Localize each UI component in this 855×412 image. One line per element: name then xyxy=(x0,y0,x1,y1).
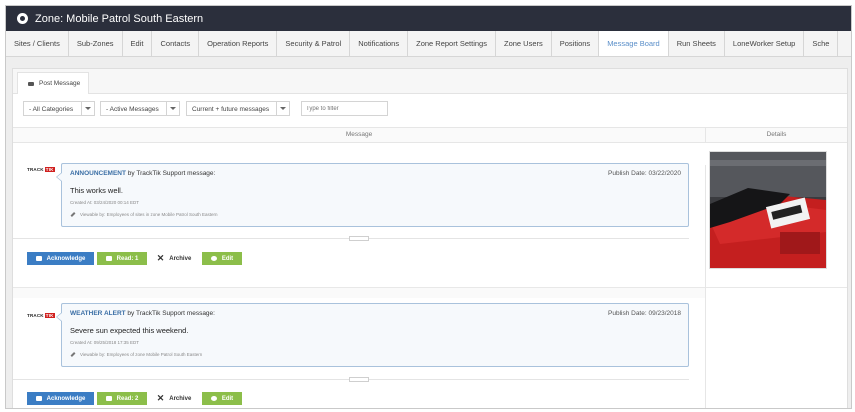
archive-button[interactable]: ✕ Archive xyxy=(151,252,197,265)
viewable-by-text: Viewable by: Employees of sites in zone … xyxy=(80,212,218,217)
tab-operation-reports[interactable]: Operation Reports xyxy=(199,31,278,56)
status-select-value: - Active Messages xyxy=(106,106,159,113)
edit-label: Edit xyxy=(221,255,234,262)
edit-label: Edit xyxy=(221,395,234,402)
viewable-by: Viewable by: Employees of sites in zone … xyxy=(70,212,218,217)
tab-loneworker-setup[interactable]: LoneWorker Setup xyxy=(725,31,805,56)
tab-contacts[interactable]: Contacts xyxy=(152,31,200,56)
tracktik-logo: TRACK TIK xyxy=(27,313,55,318)
thumbs-up-icon xyxy=(35,396,42,401)
tab-zone-report-settings[interactable]: Zone Report Settings xyxy=(408,31,496,56)
thumbs-up-icon xyxy=(35,256,42,261)
message-icon xyxy=(28,81,34,86)
archive-label: Archive xyxy=(169,395,192,402)
acknowledge-button[interactable]: Acknowledge xyxy=(27,252,94,265)
period-select[interactable]: Current + future messages xyxy=(186,101,290,116)
post-message-tab[interactable]: Post Message xyxy=(17,72,90,94)
message-author: by TrackTik Support message: xyxy=(127,310,215,317)
message-author: by TrackTik Support message: xyxy=(127,170,216,177)
message-header: WEATHER ALERT by TrackTik Support messag… xyxy=(70,310,215,317)
close-icon: ✕ xyxy=(156,393,165,403)
details-column-header: Details xyxy=(766,131,787,138)
chevron-down-icon xyxy=(81,102,94,115)
archive-label: Archive xyxy=(169,255,192,262)
created-at: Created At: 09/25/2018 17:35 EDT xyxy=(70,340,140,345)
publish-date: Publish Date: 09/23/2018 xyxy=(608,310,681,317)
resize-grip[interactable] xyxy=(349,377,369,382)
tab-schedule[interactable]: Sche xyxy=(804,31,839,56)
pin-icon xyxy=(70,352,75,357)
category-select[interactable]: - All Categories xyxy=(23,101,95,116)
acknowledge-label: Acknowledge xyxy=(46,255,86,262)
message-body: Severe sun expected this weekend. xyxy=(70,326,189,335)
read-button[interactable]: Read: 2 xyxy=(97,392,147,405)
viewable-by: Viewable by: Employees of zone Mobile Pa… xyxy=(70,352,202,357)
app-logo-icon xyxy=(17,13,28,24)
title-bar: Zone: Mobile Patrol South Eastern xyxy=(6,6,851,31)
tab-notifications[interactable]: Notifications xyxy=(350,31,409,56)
publish-date: Publish Date: 03/22/2020 xyxy=(608,170,681,177)
tab-security-patrol[interactable]: Security & Patrol xyxy=(277,31,351,56)
tracktik-logo: TRACK TIK xyxy=(27,167,55,172)
message-kind: WEATHER ALERT xyxy=(70,310,126,317)
users-icon xyxy=(105,396,112,401)
read-button[interactable]: Read: 1 xyxy=(97,252,147,265)
edit-button[interactable]: Edit xyxy=(202,252,242,265)
users-icon xyxy=(105,256,112,261)
tab-bar: Sites / Clients Sub-Zones Edit Contacts … xyxy=(6,31,851,57)
tab-message-board[interactable]: Message Board xyxy=(599,31,669,56)
tab-sub-zones[interactable]: Sub-Zones xyxy=(69,31,123,56)
post-message-label: Post Message xyxy=(39,80,81,87)
message-bubble: ANNOUNCEMENT by TrackTik Support message… xyxy=(56,163,689,227)
created-at: Created At: 03/24/2020 00:14 EDT xyxy=(70,200,140,205)
tab-run-sheets[interactable]: Run Sheets xyxy=(669,31,725,56)
chevron-down-icon xyxy=(276,102,289,115)
acknowledge-label: Acknowledge xyxy=(46,395,86,402)
gear-icon xyxy=(210,396,217,401)
message-row: TRACK TIK ANNOUNCEMENT by TrackTik Suppor… xyxy=(13,141,705,286)
acknowledge-button[interactable]: Acknowledge xyxy=(27,392,94,405)
tab-positions[interactable]: Positions xyxy=(552,31,600,56)
tab-edit[interactable]: Edit xyxy=(123,31,153,56)
attachment-image[interactable] xyxy=(709,151,827,269)
filter-bar: - All Categories - Active Messages Curre… xyxy=(13,94,847,128)
window-title: Zone: Mobile Patrol South Eastern xyxy=(35,12,204,25)
message-bubble: WEATHER ALERT by TrackTik Support messag… xyxy=(56,303,689,367)
message-kind: ANNOUNCEMENT xyxy=(70,170,126,177)
read-label: Read: 1 xyxy=(116,255,139,262)
details-column-divider xyxy=(705,165,706,408)
status-select[interactable]: - Active Messages xyxy=(100,101,180,116)
read-label: Read: 2 xyxy=(116,395,139,402)
tab-zone-users[interactable]: Zone Users xyxy=(496,31,552,56)
message-row: TRACK TIK WEATHER ALERT by TrackTik Suppo… xyxy=(13,281,705,408)
gear-icon xyxy=(210,256,217,261)
resize-grip[interactable] xyxy=(349,236,369,241)
close-icon: ✕ xyxy=(156,253,165,263)
archive-button[interactable]: ✕ Archive xyxy=(151,392,197,405)
pin-icon xyxy=(70,212,75,217)
category-select-value: - All Categories xyxy=(29,106,74,113)
message-body: This works well. xyxy=(70,186,123,195)
panel-header: Post Message xyxy=(13,69,847,94)
period-select-value: Current + future messages xyxy=(192,106,270,113)
message-column-header: Message xyxy=(13,128,706,142)
tab-sites-clients[interactable]: Sites / Clients xyxy=(6,31,69,56)
filter-input[interactable] xyxy=(301,101,388,116)
viewable-by-text: Viewable by: Employees of zone Mobile Pa… xyxy=(80,352,203,357)
chevron-down-icon xyxy=(166,102,179,115)
message-header: ANNOUNCEMENT by TrackTik Support message… xyxy=(70,170,215,177)
device-photo xyxy=(710,152,826,268)
edit-button[interactable]: Edit xyxy=(202,392,242,405)
